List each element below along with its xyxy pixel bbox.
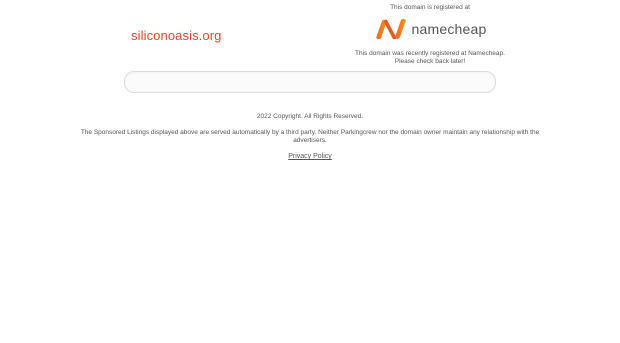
check-back-text: Please check back later! [394, 58, 466, 65]
recently-registered-note: This domain was recently registered at N… [355, 50, 505, 66]
recently-registered-text: This domain was recently registered at N… [355, 50, 505, 57]
namecheap-n-icon [375, 18, 406, 40]
registrar-block: This domain is registered at namecheap T… [355, 3, 505, 66]
namecheap-wordmark: namecheap [411, 21, 487, 37]
sponsored-disclaimer: The Sponsored Listings displayed above a… [80, 129, 540, 144]
search-bar[interactable] [124, 71, 496, 93]
registered-at-text: This domain is registered at [390, 4, 470, 11]
namecheap-logo[interactable]: namecheap [355, 16, 505, 42]
footer: 2022 Copyright. All Rights Reserved. The… [0, 112, 620, 160]
parked-domain-page: siliconoasis.org This domain is register… [0, 0, 620, 343]
copyright-text: 2022 Copyright. All Rights Reserved. [256, 113, 364, 120]
privacy-policy-link[interactable]: Privacy Policy [288, 153, 332, 160]
domain-name-link[interactable]: siliconoasis.org [131, 28, 221, 43]
